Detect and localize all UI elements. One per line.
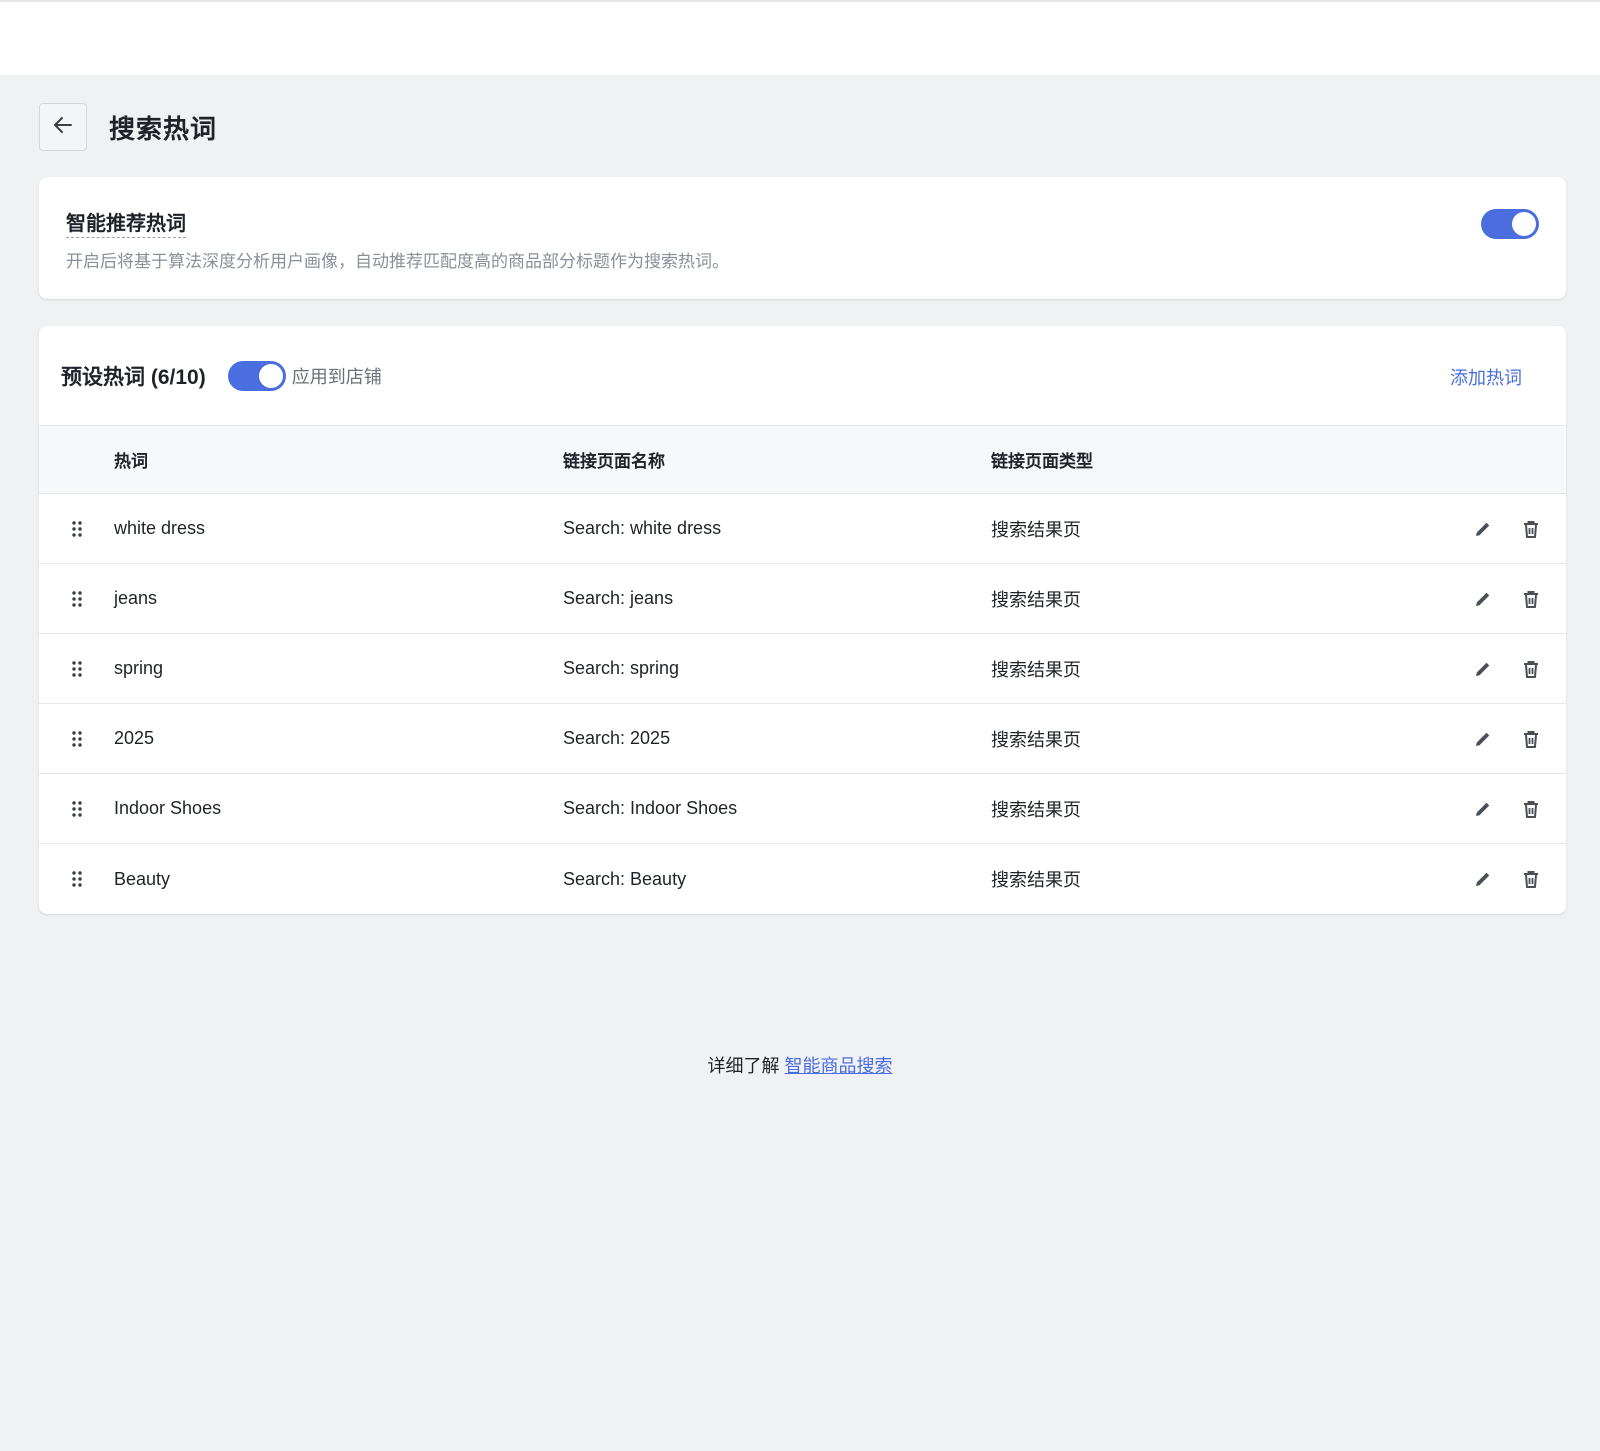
pencil-icon[interactable]	[1470, 796, 1496, 822]
hotword-cell: jeans	[114, 588, 158, 608]
table-row: spring Search: spring 搜索结果页	[39, 634, 1566, 704]
trash-icon[interactable]	[1518, 726, 1544, 752]
pencil-icon[interactable]	[1470, 656, 1496, 682]
column-header-hotword: 热词	[114, 452, 148, 471]
pencil-icon[interactable]	[1470, 726, 1496, 752]
column-header-page-type: 链接页面类型	[991, 452, 1093, 471]
drag-handle-icon[interactable]	[70, 800, 84, 818]
smart-hotwords-toggle[interactable]	[1481, 209, 1539, 239]
page-type-cell: 搜索结果页	[991, 870, 1081, 890]
add-hotword-link[interactable]: 添加热词	[1450, 364, 1522, 390]
page-name-cell: Search: white dress	[563, 518, 722, 538]
page-name-cell: Search: spring	[563, 658, 680, 678]
page-name-cell: Search: 2025	[563, 728, 671, 748]
drag-handle-icon[interactable]	[70, 520, 84, 538]
column-header-page-name: 链接页面名称	[563, 452, 665, 471]
page-name-cell: Search: Indoor Shoes	[563, 798, 738, 818]
smart-hotwords-title: 智能推荐热词	[66, 207, 186, 238]
table-row: jeans Search: jeans 搜索结果页	[39, 564, 1566, 634]
smart-hotwords-card: 智能推荐热词 开启后将基于算法深度分析用户画像，自动推荐匹配度高的商品部分标题作…	[39, 177, 1566, 299]
table-row: white dress Search: white dress 搜索结果页	[39, 494, 1566, 564]
learn-more-prefix: 详细了解	[707, 1056, 785, 1076]
trash-icon[interactable]	[1518, 586, 1544, 612]
page-header: 搜索热词	[39, 103, 217, 151]
apply-to-store-label: 应用到店铺	[291, 366, 382, 387]
hotword-cell: white dress	[114, 518, 206, 538]
pencil-icon[interactable]	[1470, 586, 1496, 612]
table-body: white dress Search: white dress 搜索结果页 je…	[39, 494, 1566, 914]
pencil-icon[interactable]	[1470, 516, 1496, 542]
page-type-cell: 搜索结果页	[991, 659, 1081, 680]
smart-hotwords-description: 开启后将基于算法深度分析用户画像，自动推荐匹配度高的商品部分标题作为搜索热词。	[66, 252, 729, 271]
page-name-cell: Search: jeans	[563, 588, 674, 608]
table-row: Indoor Shoes Search: Indoor Shoes 搜索结果页	[39, 774, 1566, 844]
page-type-cell: 搜索结果页	[991, 799, 1081, 820]
back-button[interactable]	[39, 103, 87, 151]
trash-icon[interactable]	[1518, 516, 1544, 542]
table-row: 2025 Search: 2025 搜索结果页	[39, 704, 1566, 774]
drag-handle-icon[interactable]	[70, 730, 84, 748]
learn-more-note: 详细了解 智能商品搜索	[0, 1052, 1600, 1078]
table-header: 热词 链接页面名称 链接页面类型	[39, 426, 1566, 494]
hotword-cell: spring	[114, 658, 164, 678]
toggle-knob	[1512, 212, 1536, 236]
page-title: 搜索热词	[109, 113, 218, 144]
page-type-cell: 搜索结果页	[991, 729, 1081, 750]
drag-handle-icon[interactable]	[70, 660, 84, 678]
trash-icon[interactable]	[1518, 656, 1544, 682]
page-type-cell: 搜索结果页	[991, 519, 1081, 540]
trash-icon[interactable]	[1518, 866, 1544, 892]
hotword-cell: Beauty	[114, 868, 171, 889]
table-row: Beauty Search: Beauty 搜索结果页	[39, 844, 1566, 914]
toggle-knob	[258, 363, 283, 388]
page-name-cell: Search: Beauty	[563, 868, 687, 889]
trash-icon[interactable]	[1518, 796, 1544, 822]
apply-to-store-control: 应用到店铺	[227, 360, 382, 391]
hotword-cell: 2025	[114, 728, 155, 748]
pencil-icon[interactable]	[1470, 866, 1496, 892]
hotword-cell: Indoor Shoes	[114, 798, 222, 818]
preset-hotwords-header: 预设热词 (6/10) 应用到店铺 添加热词	[39, 326, 1566, 426]
preset-hotwords-card: 预设热词 (6/10) 应用到店铺 添加热词 热词 链接页面名称 链接页面类型 …	[39, 326, 1566, 914]
smart-search-link[interactable]: 智能商品搜索	[785, 1056, 893, 1076]
page-type-cell: 搜索结果页	[991, 589, 1081, 610]
preset-hotwords-title: 预设热词 (6/10)	[61, 365, 206, 389]
top-bar	[0, 0, 1600, 75]
apply-to-store-toggle[interactable]	[227, 360, 286, 391]
drag-handle-icon[interactable]	[70, 590, 84, 608]
arrow-left-icon	[52, 114, 74, 141]
drag-handle-icon[interactable]	[70, 870, 84, 888]
